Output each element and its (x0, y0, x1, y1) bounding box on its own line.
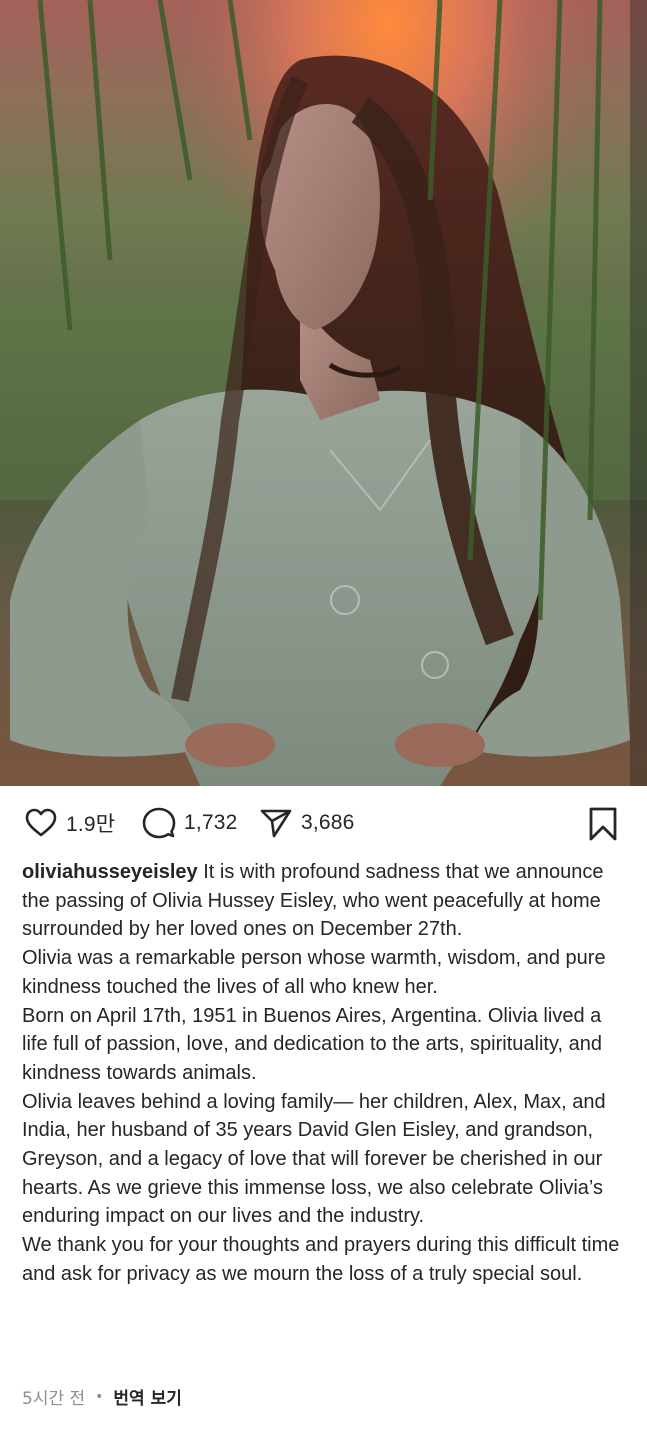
caption-paragraph: We thank you for your thoughts and praye… (22, 1234, 620, 1285)
send-icon[interactable] (259, 806, 293, 840)
caption-paragraph: oliviahusseyeisley It is with profound s… (22, 858, 630, 944)
username-link[interactable]: oliviahusseyeisley (22, 861, 198, 883)
heart-icon[interactable] (24, 806, 58, 840)
post-photo[interactable] (0, 0, 647, 786)
caption-paragraph: Born on April 17th, 1951 in Buenos Aires… (22, 1004, 602, 1084)
post-meta: 5시간 전 • 번역 보기 (22, 1384, 182, 1410)
see-translation-link[interactable]: 번역 보기 (113, 1384, 181, 1409)
like-count[interactable]: 1.9만 (66, 808, 115, 838)
comment-count[interactable]: 1,732 (184, 811, 238, 835)
portrait-photo-image (0, 0, 647, 786)
caption-paragraph: Olivia was a remarkable person whose war… (22, 947, 606, 998)
bookmark-icon[interactable] (586, 806, 620, 842)
like-action[interactable]: 1.9만 (24, 806, 115, 840)
share-count[interactable]: 3,686 (301, 811, 355, 835)
post-actions-bar: 1.9만 1,732 3,686 (0, 786, 647, 860)
comment-action[interactable]: 1,732 (142, 806, 238, 840)
timestamp: 5시간 전 (22, 1389, 86, 1409)
comment-icon[interactable] (142, 806, 176, 840)
caption-paragraph: Olivia leaves behind a loving family— he… (22, 1090, 606, 1228)
share-action[interactable]: 3,686 (259, 806, 355, 840)
separator-dot: • (95, 1388, 104, 1405)
post-caption: oliviahusseyeisley It is with profound s… (22, 858, 630, 1289)
